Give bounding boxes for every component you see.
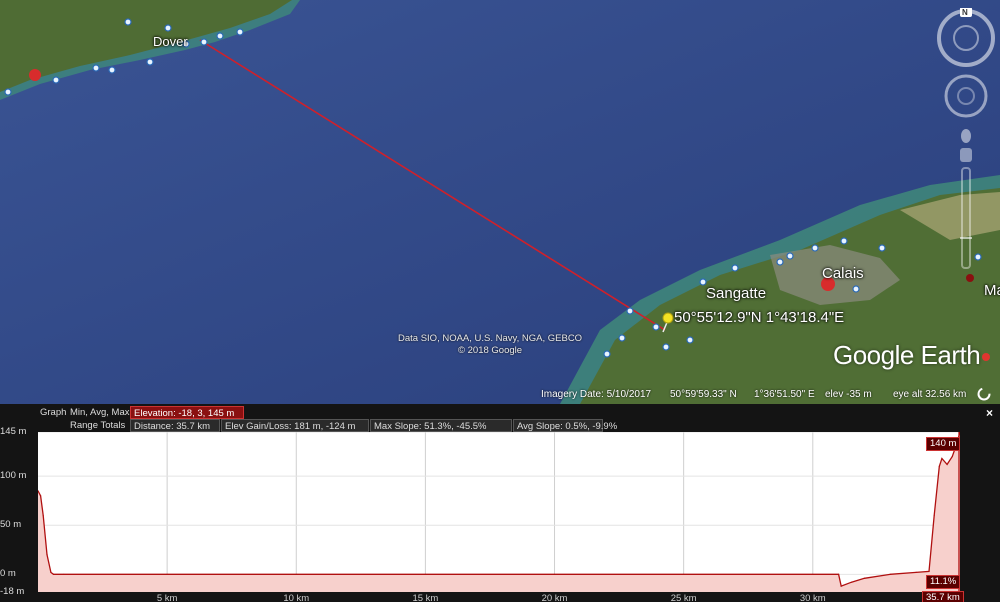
elevation-point bbox=[63, 573, 65, 575]
elevation-readout: elev -35 m bbox=[825, 389, 872, 400]
elevation-point bbox=[946, 463, 948, 465]
marker-slope-label: 11.1% bbox=[926, 575, 961, 589]
streaming-icon bbox=[977, 387, 991, 404]
x-tick-label: 5 km bbox=[156, 593, 178, 602]
y-tick-label: 0 m bbox=[0, 568, 16, 580]
graph-stats-label: Min, Avg, Max bbox=[70, 407, 130, 418]
compass-icon[interactable] bbox=[936, 7, 996, 288]
elevation-point bbox=[39, 495, 42, 497]
graph-label: Graph bbox=[40, 407, 67, 418]
longitude-readout: 1°36'51.50" E bbox=[754, 389, 815, 400]
elevation-point bbox=[928, 570, 930, 572]
elevation-line bbox=[37, 431, 961, 587]
x-tick-label: 25 km bbox=[670, 593, 697, 602]
elevation-point bbox=[941, 457, 943, 460]
attribution: Data SIO, NOAA, U.S. Navy, NGA, GEBCO © … bbox=[398, 333, 582, 357]
range-totals-row: Range Totals Distance: 35.7 km Elev Gain… bbox=[0, 419, 1000, 432]
elevation-point bbox=[166, 573, 168, 575]
x-tick-label: 10 km bbox=[283, 593, 310, 602]
elev-gain-loss-stat[interactable]: Elev Gain/Loss: 181 m, -124 m bbox=[221, 419, 369, 432]
y-tick-label: -18 m bbox=[0, 586, 25, 597]
elevation-point bbox=[863, 577, 866, 579]
y-tick-label: 145 m bbox=[0, 426, 27, 437]
logo-dot-icon bbox=[982, 353, 991, 362]
elevation-point bbox=[951, 455, 953, 458]
elevation-point bbox=[889, 573, 891, 575]
range-totals-label: Range Totals bbox=[70, 420, 126, 431]
pin-coordinates[interactable]: 50°55'12.9"N 1°43'18.4"E bbox=[674, 309, 844, 326]
elevation-chart-svg[interactable] bbox=[37, 431, 961, 593]
elevation-point bbox=[52, 573, 55, 575]
elevation-point bbox=[850, 581, 853, 583]
elevation-chart[interactable] bbox=[37, 431, 961, 593]
place-label-sangatte[interactable]: Sangatte bbox=[706, 285, 766, 302]
elevation-point bbox=[840, 585, 842, 587]
elevation-point bbox=[42, 514, 44, 517]
elevation-point bbox=[933, 514, 935, 517]
elevation-point bbox=[424, 573, 426, 575]
eye-altitude-readout: eye alt 32.56 km bbox=[893, 389, 967, 400]
x-tick-label: 15 km bbox=[412, 593, 439, 602]
google-earth-logo: Google Earth bbox=[833, 340, 991, 371]
map-view[interactable]: Dover Calais Sangatte Ma 50°55'12.9"N 1°… bbox=[0, 0, 1000, 404]
distance-stat[interactable]: Distance: 35.7 km bbox=[130, 419, 220, 432]
graph-stats-row: Graph Min, Avg, Max Elevation: -18, 3, 1… bbox=[0, 406, 1000, 419]
elevation-point bbox=[812, 573, 814, 575]
marker-elevation-label: 140 m bbox=[926, 437, 961, 451]
attribution-copyright: © 2018 Google bbox=[458, 345, 523, 356]
x-tick-label: 20 km bbox=[541, 593, 568, 602]
close-button[interactable]: × bbox=[986, 406, 993, 420]
y-tick-label: 100 m bbox=[0, 470, 27, 482]
elevation-point bbox=[46, 554, 48, 556]
status-bar: Imagery Date: 5/10/2017 50°59'59.33" N 1… bbox=[0, 386, 1000, 404]
place-label-dover[interactable]: Dover bbox=[153, 34, 188, 49]
elevation-stat[interactable]: Elevation: -18, 3, 145 m bbox=[130, 406, 244, 419]
elevation-point bbox=[50, 571, 52, 573]
attribution-data: Data SIO, NOAA, U.S. Navy, NGA, GEBCO bbox=[398, 333, 583, 344]
elevation-point bbox=[915, 571, 917, 573]
x-tick-label: 30 km bbox=[799, 593, 826, 602]
elevation-point bbox=[295, 573, 297, 575]
place-label-calais[interactable]: Calais bbox=[822, 265, 864, 282]
avg-slope-stat[interactable]: Avg Slope: 0.5%, -9.9% bbox=[513, 419, 617, 432]
elevation-point bbox=[683, 573, 685, 575]
elevation-area bbox=[38, 432, 960, 592]
imagery-date: Imagery Date: 5/10/2017 bbox=[541, 389, 652, 400]
compass-north-letter: N bbox=[962, 8, 968, 17]
elevation-point bbox=[938, 465, 940, 467]
y-tick-label: 50 m bbox=[0, 519, 22, 531]
latitude-readout: 50°59'59.33" N bbox=[670, 389, 737, 400]
navigation-controls[interactable]: N bbox=[936, 7, 996, 288]
elevation-point bbox=[838, 573, 840, 575]
elevation-point bbox=[553, 573, 556, 575]
logo-text: Google Earth bbox=[833, 340, 981, 370]
elevation-profile-panel: Graph Min, Avg, Max Elevation: -18, 3, 1… bbox=[0, 404, 1000, 602]
marker-distance-label: 35.7 km bbox=[922, 591, 964, 602]
max-slope-stat[interactable]: Max Slope: 51.3%, -45.5% bbox=[370, 419, 512, 432]
